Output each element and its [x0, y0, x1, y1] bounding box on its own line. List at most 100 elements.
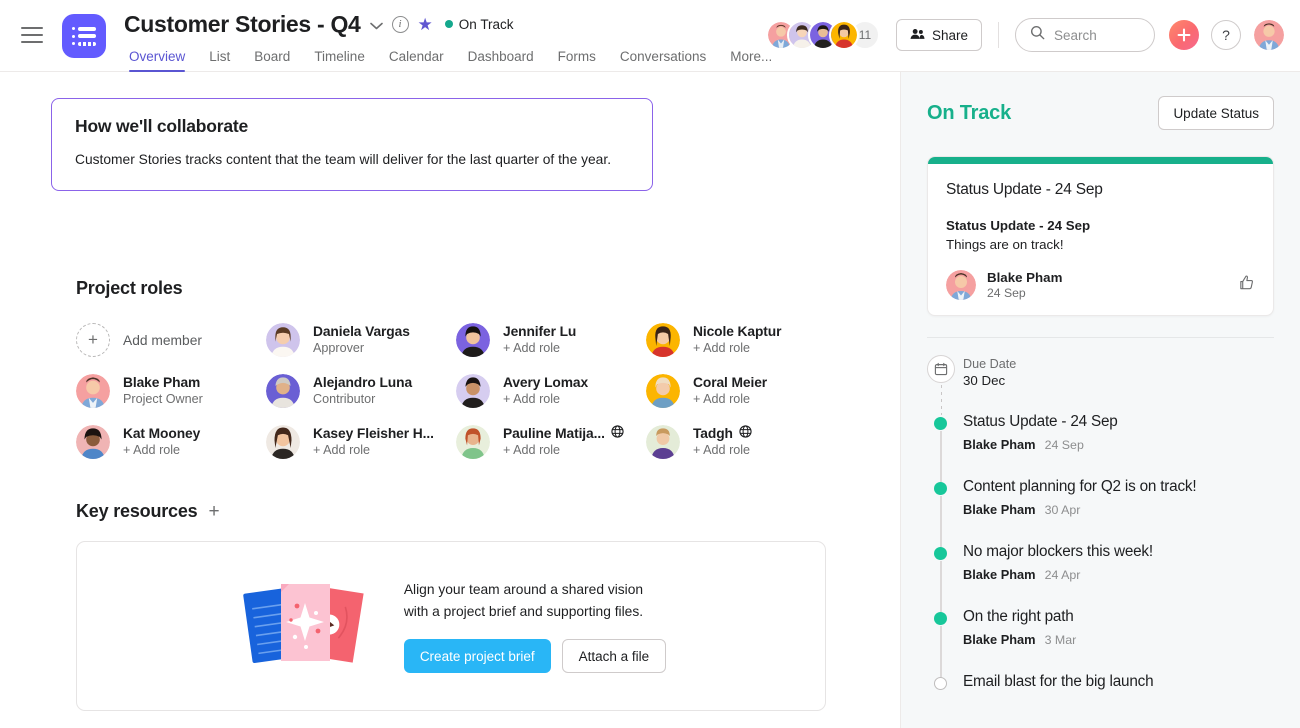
role-member-blake-pham[interactable]: Blake Pham Project Owner — [76, 374, 266, 408]
project-roles-grid: + Add member Daniela Vargas Approver Jen… — [76, 323, 900, 459]
role-member-kat-mooney[interactable]: Kat Mooney + Add role — [76, 425, 266, 459]
main-content: How we'll collaborate Customer Stories t… — [0, 72, 900, 728]
member-role[interactable]: + Add role — [123, 443, 180, 457]
plus-icon: + — [76, 323, 110, 357]
search-input[interactable]: Search — [1015, 18, 1155, 52]
key-resources-title: Key resources — [76, 501, 197, 522]
member-name-text: Alejandro Luna — [313, 375, 412, 390]
role-member-nicole-kaptur[interactable]: Nicole Kaptur + Add role — [646, 323, 836, 357]
avatar — [646, 374, 680, 408]
tab-conversations[interactable]: Conversations — [608, 45, 718, 72]
timeline-entry[interactable]: On the right path Blake Pham 3 Mar — [927, 608, 1274, 673]
timeline-entry[interactable]: No major blockers this week! Blake Pham … — [927, 543, 1274, 608]
info-icon[interactable]: i — [392, 16, 409, 33]
member-role[interactable]: Project Owner — [123, 392, 203, 406]
avatar — [266, 425, 300, 459]
status-card-subtitle: Status Update - 24 Sep — [946, 218, 1255, 233]
timeline-entry[interactable]: Status Update - 24 Sep Blake Pham 24 Sep — [927, 413, 1274, 478]
role-member-jennifer-lu[interactable]: Jennifer Lu + Add role — [456, 323, 646, 357]
member-name: Kat Mooney — [123, 426, 200, 441]
avatar-current-user[interactable] — [1254, 20, 1284, 50]
role-member-alejandro-luna[interactable]: Alejandro Luna Contributor — [266, 374, 456, 408]
avatar — [646, 323, 680, 357]
due-date-item[interactable]: Due Date 30 Dec — [927, 355, 1274, 413]
timeline-connector — [940, 626, 942, 677]
member-role[interactable]: + Add role — [503, 341, 560, 355]
member-role[interactable]: + Add role — [693, 392, 750, 406]
divider — [927, 337, 1274, 338]
timeline-dot-icon — [934, 547, 947, 560]
member-role[interactable]: + Add role — [313, 443, 370, 457]
timeline-entry[interactable]: Content planning for Q2 is on track! Bla… — [927, 478, 1274, 543]
status-badge-label: On Track — [459, 17, 514, 32]
key-resources-line1: Align your team around a shared vision — [404, 579, 666, 601]
people-icon — [910, 28, 925, 43]
update-status-button[interactable]: Update Status — [1158, 96, 1274, 130]
avatar[interactable] — [829, 20, 859, 50]
timeline-entry-author: Blake Pham — [963, 632, 1036, 647]
create-project-brief-button[interactable]: Create project brief — [404, 639, 551, 673]
avatar — [76, 374, 110, 408]
role-member-kasey-fleisher[interactable]: Kasey Fleisher H... + Add role — [266, 425, 456, 459]
top-bar: Customer Stories - Q4 i ★ On Track Overv… — [0, 0, 1300, 72]
help-button[interactable]: ? — [1211, 20, 1241, 50]
member-role[interactable]: + Add role — [503, 392, 560, 406]
timeline-dashed-connector — [941, 385, 943, 415]
star-icon[interactable]: ★ — [418, 16, 433, 33]
member-name: Kasey Fleisher H... — [313, 426, 434, 441]
member-role[interactable]: Contributor — [313, 392, 375, 406]
attach-file-button[interactable]: Attach a file — [562, 639, 667, 673]
timeline-entry-title: Email blast for the big launch — [963, 673, 1274, 691]
timeline-connector — [940, 496, 942, 547]
search-icon — [1030, 25, 1045, 45]
sidebar-header: On Track Update Status — [927, 96, 1274, 130]
timeline-dot-icon — [934, 677, 947, 690]
member-role[interactable]: + Add role — [503, 443, 560, 457]
tab-overview[interactable]: Overview — [124, 45, 197, 72]
sidebar-status-heading: On Track — [927, 102, 1011, 125]
status-card-title: Status Update - 24 Sep — [946, 181, 1255, 199]
add-resource-button[interactable]: + — [208, 502, 219, 521]
tab-forms[interactable]: Forms — [546, 45, 608, 72]
status-update-card[interactable]: Status Update - 24 Sep Status Update - 2… — [927, 156, 1274, 316]
status-card-date: 24 Sep — [987, 286, 1062, 300]
share-button[interactable]: Share — [896, 19, 982, 51]
timeline-entry-author: Blake Pham — [963, 437, 1036, 452]
thumbs-up-icon[interactable] — [1238, 274, 1255, 296]
timeline-entry[interactable]: Email blast for the big launch — [927, 673, 1274, 717]
tab-timeline[interactable]: Timeline — [302, 45, 377, 72]
tab-list[interactable]: List — [197, 45, 242, 72]
key-resources-empty-card: Align your team around a shared vision w… — [76, 541, 826, 711]
member-role[interactable]: + Add role — [693, 341, 750, 355]
help-button-label: ? — [1222, 27, 1230, 43]
timeline-entry-date: 3 Mar — [1045, 633, 1077, 647]
globe-icon — [739, 425, 752, 441]
member-role[interactable]: Approver — [313, 341, 364, 355]
tab-dashboard[interactable]: Dashboard — [456, 45, 546, 72]
member-role[interactable]: + Add role — [693, 443, 750, 457]
role-member-tadgh[interactable]: Tadgh + Add role — [646, 425, 836, 459]
role-member-coral-meier[interactable]: Coral Meier + Add role — [646, 374, 836, 408]
timeline-entry-date: 30 Apr — [1045, 503, 1081, 517]
callout-heading: How we'll collaborate — [75, 116, 629, 137]
avatar — [946, 270, 976, 300]
timeline-entry-title: On the right path — [963, 608, 1274, 626]
status-badge[interactable]: On Track — [445, 17, 514, 32]
tab-calendar[interactable]: Calendar — [377, 45, 456, 72]
share-button-label: Share — [932, 28, 968, 43]
role-member-pauline-matija[interactable]: Pauline Matija... + Add role — [456, 425, 646, 459]
role-member-daniela-vargas[interactable]: Daniela Vargas Approver — [266, 323, 456, 357]
chevron-down-icon[interactable] — [370, 19, 383, 32]
member-name-text: Tadgh — [693, 426, 733, 441]
status-sidebar: On Track Update Status Status Update - 2… — [900, 72, 1300, 728]
collaborate-callout[interactable]: How we'll collaborate Customer Stories t… — [51, 98, 653, 191]
member-avatar-stack[interactable]: 11 — [766, 20, 880, 50]
role-member-avery-lomax[interactable]: Avery Lomax + Add role — [456, 374, 646, 408]
tab-bar: Overview List Board Timeline Calendar Da… — [124, 45, 784, 72]
list-project-icon[interactable] — [62, 14, 106, 58]
avatar — [76, 425, 110, 459]
add-member-button[interactable]: + Add member — [76, 323, 266, 357]
tab-board[interactable]: Board — [242, 45, 302, 72]
hamburger-icon[interactable] — [21, 27, 43, 43]
create-button[interactable] — [1169, 20, 1199, 50]
